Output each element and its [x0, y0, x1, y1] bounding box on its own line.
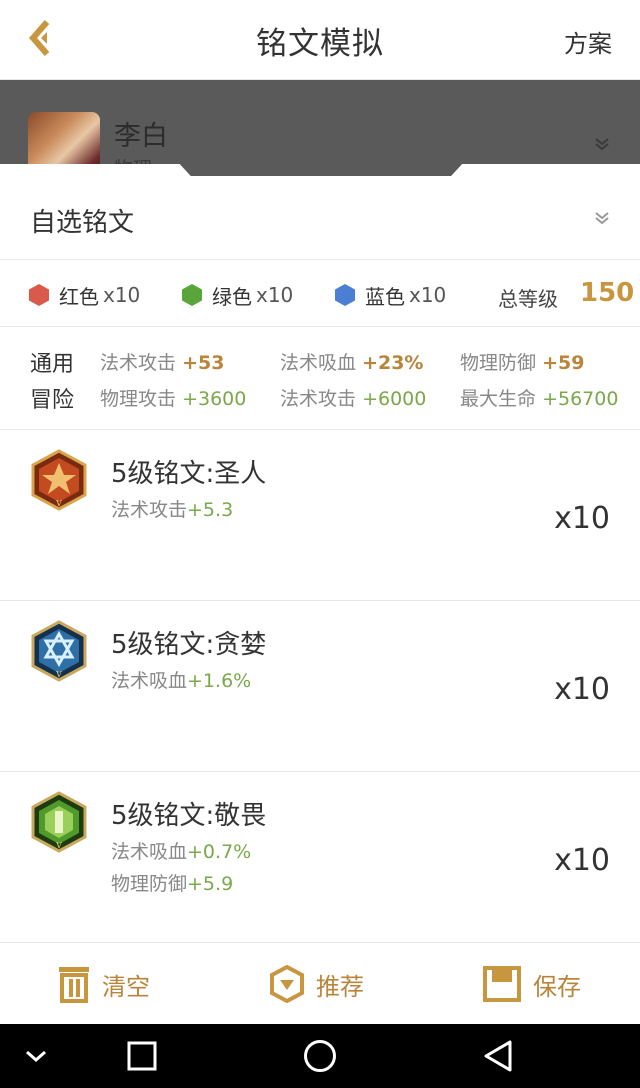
rune-stat-name: 法术吸血: [111, 841, 188, 863]
plan-button[interactable]: 方案: [564, 24, 612, 59]
rune-list-item[interactable]: V 5级铭文:贪婪 法术吸血+1.6% x10: [0, 602, 640, 772]
svg-text:V: V: [55, 670, 62, 679]
save-icon: [483, 966, 521, 1002]
recommend-button[interactable]: 推荐: [270, 963, 364, 1005]
green-count: 绿色 x10: [181, 281, 293, 309]
square-icon: [127, 1041, 157, 1071]
attr-value: +23%: [362, 352, 424, 374]
rune-stat-value: +1.6%: [187, 670, 252, 692]
rune-count: x10: [554, 843, 610, 878]
attr-name: 法术攻击: [100, 352, 177, 374]
rune-stat-value: +5.9: [187, 873, 234, 895]
green-hexagon-icon: [182, 284, 202, 306]
adventure-attr: 法术攻击 +6000: [280, 384, 426, 411]
attr-value: +53: [182, 352, 225, 374]
rune-stat-value: +0.7%: [187, 841, 252, 863]
attribute-summary: 通用 法术攻击 +53 法术吸血 +23% 物理防御 +59 冒险 物理攻击 +…: [0, 328, 640, 430]
recommend-label: 推荐: [316, 972, 364, 1001]
general-attr: 法术攻击 +53: [100, 348, 224, 375]
top-bar: 铭文模拟 方案: [0, 0, 640, 80]
green-rune-icon: V: [31, 791, 87, 853]
home-button[interactable]: [300, 1036, 340, 1076]
save-label: 保存: [533, 972, 581, 1001]
circle-icon: [304, 1040, 336, 1072]
rune-count: x10: [554, 672, 610, 707]
adventure-attr: 物理攻击 +3600: [100, 384, 246, 411]
hero-name: 李白: [114, 121, 168, 152]
rune-stat-name: 物理防御: [111, 873, 188, 895]
adventure-attr: 最大生命 +56700: [460, 384, 618, 411]
rune-stat: 法术攻击+5.3: [111, 495, 233, 522]
general-category: 通用: [30, 352, 75, 377]
triangle-back-icon: [484, 1040, 512, 1072]
clear-button[interactable]: 清空: [58, 963, 150, 1005]
total-level-label: 总等级: [498, 287, 558, 311]
save-button[interactable]: 保存: [483, 963, 581, 1005]
red-rune-icon: V: [31, 449, 87, 511]
system-navigation-bar: [0, 1024, 640, 1088]
chevron-down-icon: [595, 138, 609, 151]
bottom-action-bar: 清空 推荐 保存: [0, 942, 640, 1024]
back-nav-button[interactable]: [478, 1036, 518, 1076]
rune-list-item[interactable]: V 5级铭文:敬畏 法术吸血+0.7% 物理防御+5.9 x10: [0, 773, 640, 943]
rune-stat-name: 法术吸血: [111, 670, 188, 692]
hero-selector-overlay[interactable]: 李白 物理: [0, 80, 640, 176]
attr-name: 物理防御: [460, 352, 537, 374]
attr-name: 物理攻击: [100, 388, 177, 410]
rune-name: 5级铭文:圣人: [111, 459, 267, 489]
svg-text:V: V: [55, 499, 62, 508]
attr-name: 最大生命: [460, 388, 537, 410]
chevron-down-icon: [26, 1050, 46, 1063]
rune-stat: 物理防御+5.9: [111, 869, 233, 896]
rune-name: 5级铭文:贪婪: [111, 630, 267, 660]
clear-label: 清空: [102, 972, 150, 1001]
attr-value: +56700: [542, 388, 619, 410]
rune-count: x10: [554, 501, 610, 536]
page-title: 铭文模拟: [256, 26, 384, 62]
total-level-value: 150: [580, 278, 635, 308]
trash-icon: [59, 967, 89, 1003]
red-hexagon-icon: [29, 284, 49, 306]
recommend-shield-icon: [270, 965, 304, 1003]
adventure-category: 冒险: [30, 388, 75, 413]
blue-hexagon-icon: [335, 284, 355, 306]
rune-stat: 法术吸血+1.6%: [111, 666, 251, 693]
green-label: 绿色: [212, 284, 252, 309]
recent-apps-button[interactable]: [122, 1036, 162, 1076]
general-attr: 物理防御 +59: [460, 348, 584, 375]
custom-rune-selector[interactable]: 自选铭文: [0, 176, 640, 260]
attr-name: 法术攻击: [280, 388, 357, 410]
attr-value: +59: [542, 352, 585, 374]
red-count: 红色 x10: [28, 281, 140, 309]
rune-stat: 法术吸血+0.7%: [111, 837, 251, 864]
rune-color-counts: 红色 x10 绿色 x10 蓝色 x10 总等级 150: [0, 261, 640, 327]
custom-rune-label: 自选铭文: [30, 208, 135, 238]
attr-value: +3600: [182, 388, 247, 410]
red-number: x10: [103, 283, 141, 307]
chevron-down-icon: [595, 212, 609, 225]
general-attr: 法术吸血 +23%: [280, 348, 423, 375]
rune-list-item[interactable]: V 5级铭文:圣人 法术攻击+5.3 x10: [0, 431, 640, 601]
rune-name: 5级铭文:敬畏: [111, 801, 267, 831]
red-label: 红色: [59, 284, 99, 309]
rune-stat-value: +5.3: [187, 499, 234, 521]
attr-name: 法术吸血: [280, 352, 357, 374]
blue-number: x10: [409, 283, 447, 307]
green-number: x10: [256, 283, 294, 307]
hide-keyboard-button[interactable]: [16, 1036, 56, 1076]
blue-count: 蓝色 x10: [334, 281, 446, 309]
attr-value: +6000: [362, 388, 427, 410]
blue-label: 蓝色: [365, 284, 405, 309]
svg-text:V: V: [55, 841, 62, 850]
rune-stat-name: 法术攻击: [111, 499, 188, 521]
blue-rune-icon: V: [31, 620, 87, 682]
